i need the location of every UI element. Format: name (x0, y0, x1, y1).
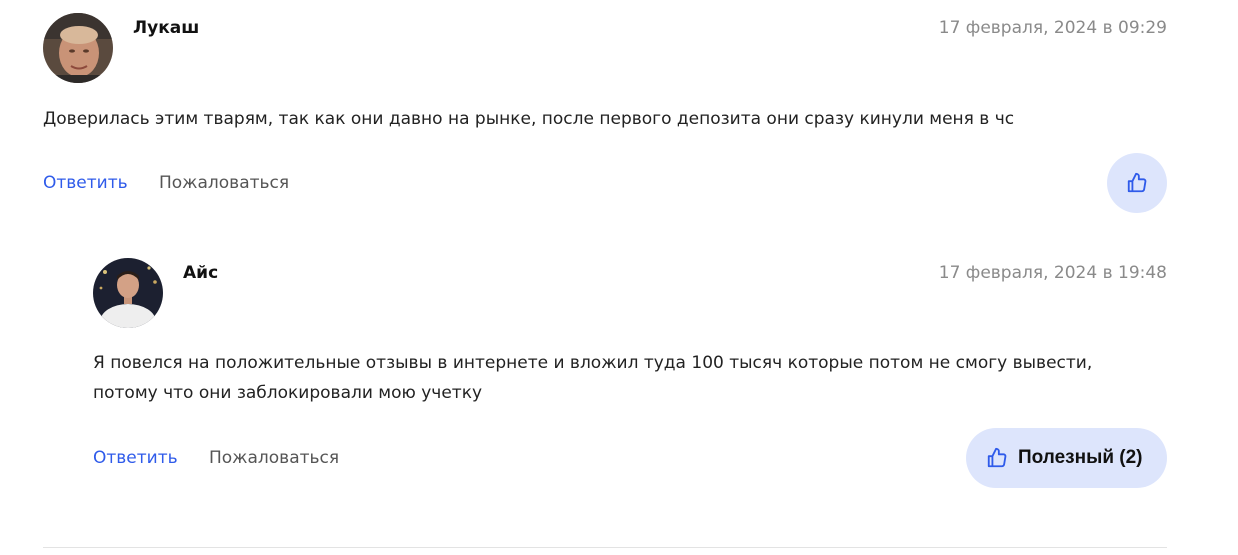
comment-text: Доверилась этим тварям, так как они давн… (43, 109, 1015, 129)
author-name[interactable]: Лукаш (133, 17, 199, 39)
divider (43, 547, 1167, 548)
comment-text-line-2: потому что они заблокировали мою учетку (93, 383, 483, 403)
like-button[interactable] (1107, 153, 1167, 213)
comment-date: 17 февраля, 2024 в 19:48 (938, 263, 1167, 283)
user-photo (43, 13, 113, 83)
avatar[interactable] (93, 258, 163, 328)
user-photo (93, 258, 163, 328)
comment-date: 17 февраля, 2024 в 09:29 (938, 18, 1167, 38)
thumbs-up-icon (987, 447, 1007, 468)
reply-link[interactable]: Ответить (43, 172, 128, 194)
comment-text-line-1: Я повелся на положительные отзывы в инте… (93, 353, 1093, 373)
report-link[interactable]: Пожаловаться (209, 447, 339, 469)
author-name[interactable]: Айс (183, 262, 218, 284)
thumbs-up-icon (1127, 172, 1147, 193)
useful-button[interactable]: Полезный (2) (966, 428, 1167, 488)
useful-label: Полезный (2) (1018, 447, 1143, 468)
reply-link[interactable]: Ответить (93, 447, 178, 469)
report-link[interactable]: Пожаловаться (159, 172, 289, 194)
avatar[interactable] (43, 13, 113, 83)
